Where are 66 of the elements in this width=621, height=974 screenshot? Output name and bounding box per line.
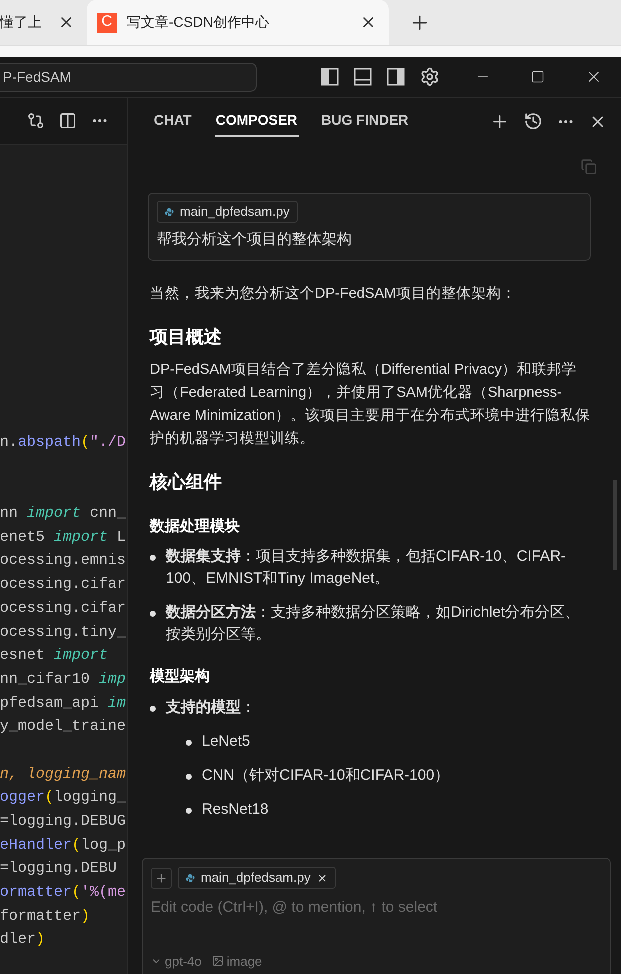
tab-title: 懂了上	[0, 13, 43, 32]
bullet-icon	[186, 740, 192, 746]
code-line: n.abspath("./D	[0, 434, 126, 451]
right-sidebar-icon[interactable]	[387, 68, 405, 86]
image-button[interactable]: image	[212, 952, 262, 971]
remove-icon[interactable]	[316, 872, 328, 884]
code-line: ormatter('%(me	[0, 884, 126, 902]
composer-input[interactable]: Edit code (Ctrl+I), @ to mention, ↑ to select	[151, 897, 602, 920]
bullet-icon	[186, 808, 192, 814]
response-paragraph: DP-FedSAM项目结合了差分隐私（Differential Privacy）和联邦学习（Federated Learning），并使用了SAM优化器（Sharpness-Aware Minimization）。该项目主要用于在分布式环境中进行隐私保护的机器学习模型训练。	[150, 360, 591, 448]
site-logo: C	[97, 12, 117, 32]
code-line: formatter)	[0, 908, 90, 925]
code-line: ocessing.cifar	[0, 576, 126, 594]
history-icon[interactable]	[524, 112, 543, 131]
code-line: eHandler(log_p	[0, 836, 126, 854]
scrollbar-thumb[interactable]	[613, 480, 617, 570]
subsection-heading: 模型架构	[150, 667, 211, 687]
bullet-icon	[186, 774, 192, 780]
code-line: =logging.DEBUG	[0, 813, 126, 830]
panel-tab[interactable]: BUG FINDER	[320, 106, 410, 136]
list-item-text: 支持的模型：	[166, 698, 257, 718]
code-line: esnet import	[0, 647, 108, 664]
compare-changes-icon[interactable]	[27, 112, 45, 130]
search-field[interactable]: P-FedSAM	[0, 62, 257, 92]
add-context-button[interactable]	[151, 868, 172, 888]
panel-tab[interactable]: COMPOSER	[214, 106, 299, 136]
code-line: ocessing.tiny_	[0, 624, 126, 640]
bullet-icon	[150, 611, 156, 617]
code-line: nn_cifar10 imp	[0, 670, 126, 688]
subsection-heading: 数据处理模块	[150, 516, 241, 536]
file-chip[interactable]: main_dpfedsam.py	[178, 867, 336, 889]
code-line: nn import cnn_	[0, 505, 126, 522]
plus-icon	[155, 872, 168, 884]
tab-title: 写文章-CSDN创作中心	[127, 13, 270, 32]
section-heading: 核心组件	[150, 470, 223, 494]
image-icon	[212, 955, 224, 968]
response-paragraph: 当然，我来为您分析这个DP-FedSAM项目的整体架构：	[150, 284, 518, 304]
code-line: =logging.DEBU	[0, 860, 118, 878]
browser-tab[interactable]: C 写文章-CSDN创作中心	[87, 0, 389, 45]
panel-tab[interactable]: CHAT	[153, 106, 193, 136]
code-line: n, logging_nam	[0, 766, 126, 783]
code-line: ogger(logging_	[0, 789, 126, 806]
file-chip[interactable]: main_dpfedsam.py	[157, 201, 298, 223]
code-line: pfedsam_api im	[0, 694, 126, 712]
split-editor-icon[interactable]	[59, 112, 77, 130]
bullet-icon	[150, 706, 156, 712]
python-file-icon	[186, 874, 195, 882]
code-line: dler)	[0, 931, 46, 948]
settings-icon[interactable]	[420, 67, 440, 87]
code-line: ocessing.emnis	[0, 552, 126, 570]
code-line: ocessing.cifar	[0, 600, 126, 617]
bullet-icon	[150, 555, 156, 561]
bottom-panel-icon[interactable]	[354, 68, 372, 86]
code-line: y_model_traine	[0, 718, 126, 736]
list-item-text: 数据集支持：项目支持多种数据集，包括CIFAR-10、CIFAR-100、EMNIST和Tiny ImageNet。	[166, 547, 568, 589]
maximize-icon[interactable]	[531, 70, 545, 84]
python-file-icon	[165, 208, 174, 216]
code-line: enet5 import L	[0, 528, 126, 546]
model-selector[interactable]: gpt-4o	[151, 952, 202, 971]
section-heading: 项目概述	[150, 326, 223, 348]
list-item-text: 数据分区方法：支持多种数据分区策略，如Dirichlet分布分区、按类别分区等。	[166, 603, 582, 645]
left-sidebar-icon[interactable]	[321, 68, 339, 86]
list-item-text: CNN（针对CIFAR-10和CIFAR-100）	[202, 766, 450, 786]
list-item-text: ResNet18	[202, 800, 269, 820]
list-item-text: LeNet5	[202, 732, 250, 752]
user-message-text: 帮我分析这个项目的整体架构	[157, 230, 353, 250]
